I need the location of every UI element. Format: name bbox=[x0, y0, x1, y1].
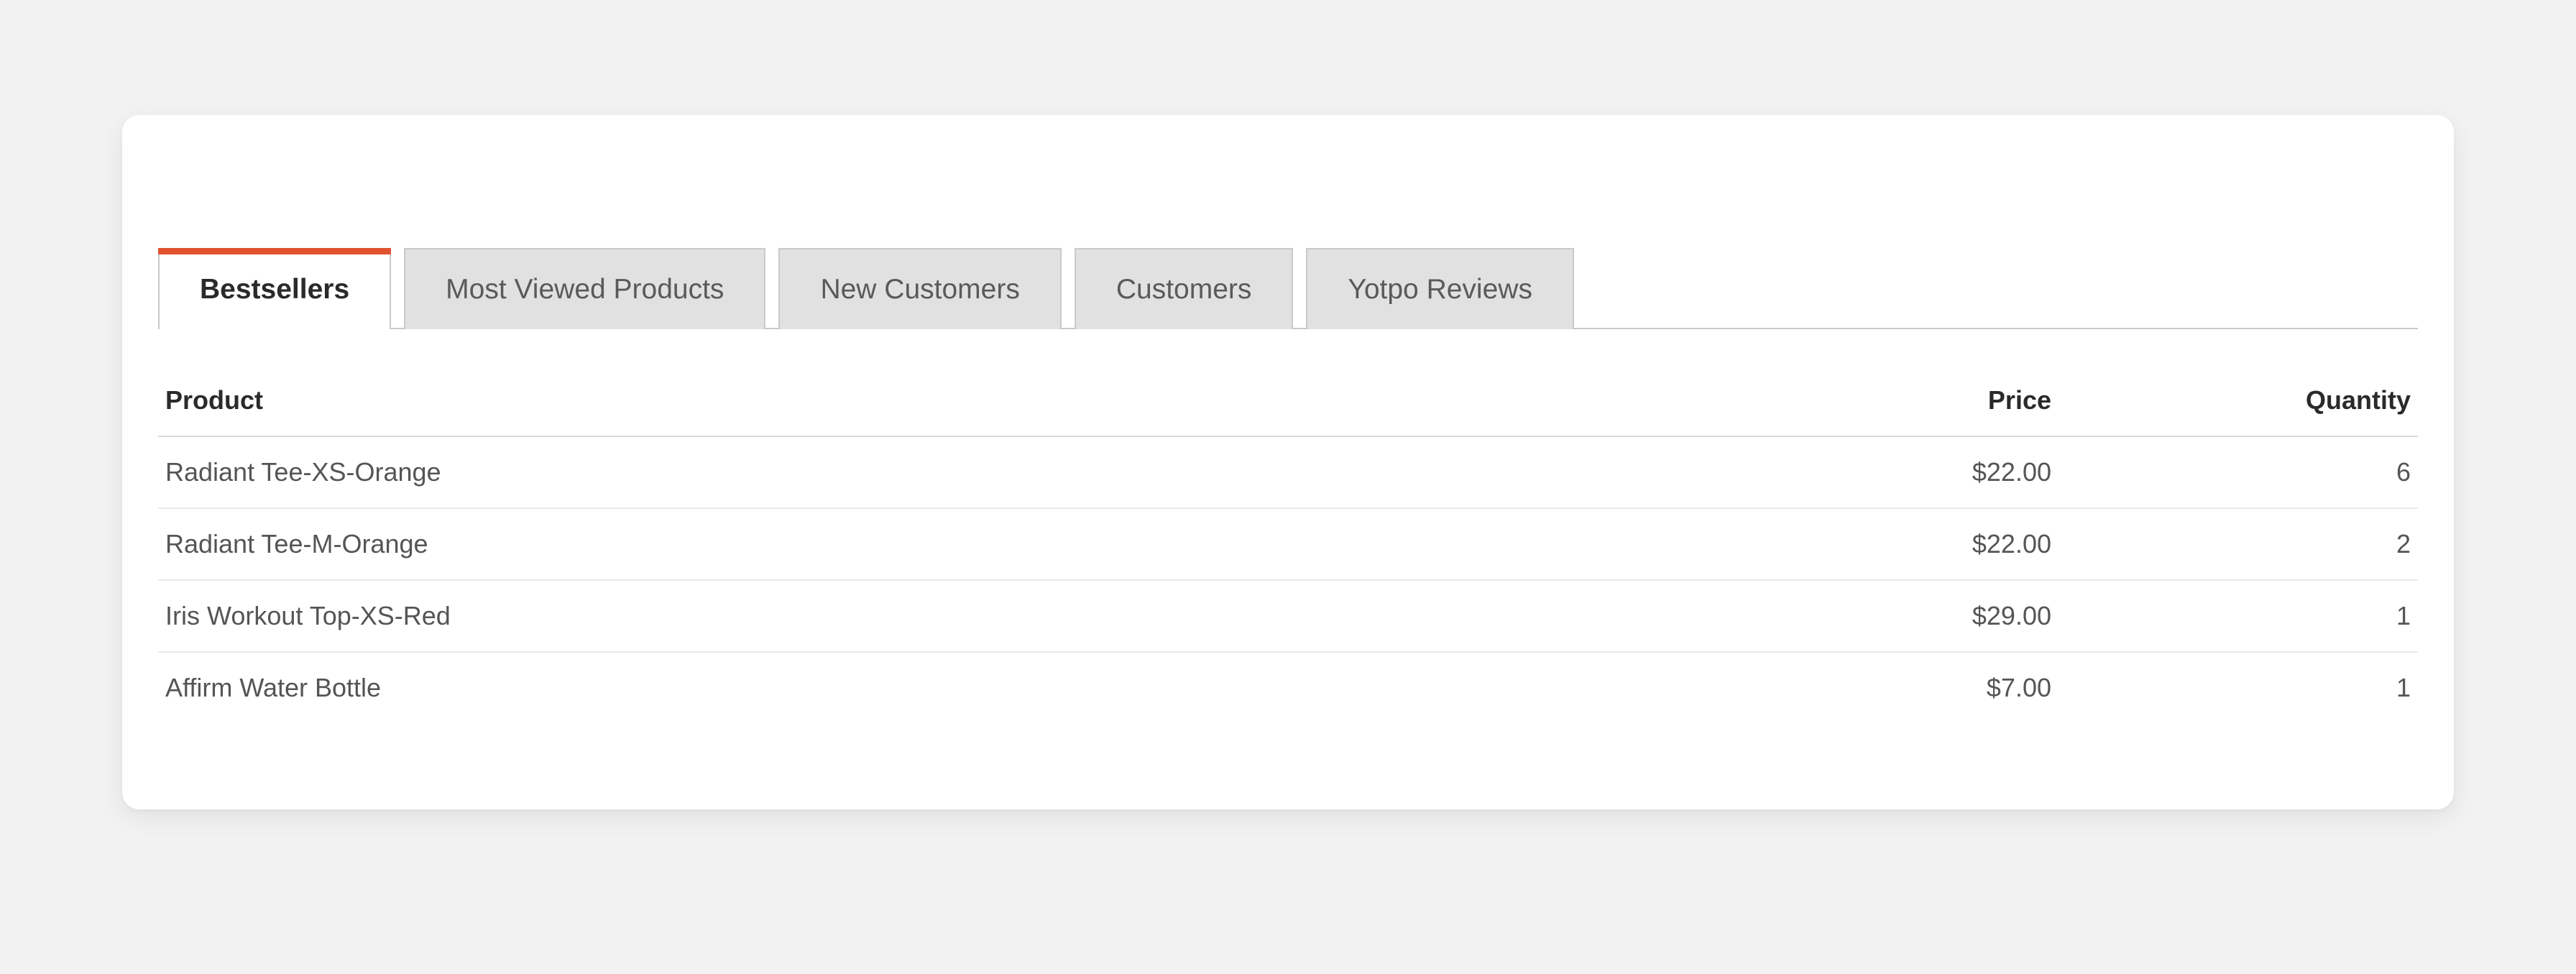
table-header-row: Product Price Quantity bbox=[158, 365, 2418, 436]
cell-price: $29.00 bbox=[1785, 580, 2058, 652]
cell-quantity: 2 bbox=[2058, 508, 2418, 580]
col-header-price[interactable]: Price bbox=[1785, 365, 2058, 436]
tab-customers[interactable]: Customers bbox=[1075, 248, 1294, 329]
tab-label: Yotpo Reviews bbox=[1348, 274, 1532, 305]
table-row[interactable]: Affirm Water Bottle $7.00 1 bbox=[158, 652, 2418, 723]
tab-new-customers[interactable]: New Customers bbox=[778, 248, 1061, 329]
bestsellers-table: Product Price Quantity Radiant Tee-XS-Or… bbox=[158, 365, 2418, 723]
tab-bestsellers[interactable]: Bestsellers bbox=[158, 248, 391, 329]
table-row[interactable]: Radiant Tee-XS-Orange $22.00 6 bbox=[158, 436, 2418, 508]
tab-label: New Customers bbox=[820, 274, 1019, 305]
cell-product: Radiant Tee-M-Orange bbox=[158, 508, 1785, 580]
tab-label: Most Viewed Products bbox=[446, 274, 724, 305]
cell-product: Radiant Tee-XS-Orange bbox=[158, 436, 1785, 508]
table-row[interactable]: Radiant Tee-M-Orange $22.00 2 bbox=[158, 508, 2418, 580]
table-row[interactable]: Iris Workout Top-XS-Red $29.00 1 bbox=[158, 580, 2418, 652]
cell-price: $7.00 bbox=[1785, 652, 2058, 723]
tab-yotpo-reviews[interactable]: Yotpo Reviews bbox=[1306, 248, 1574, 329]
tab-label: Bestsellers bbox=[200, 274, 349, 305]
tab-most-viewed-products[interactable]: Most Viewed Products bbox=[404, 248, 765, 329]
cell-price: $22.00 bbox=[1785, 508, 2058, 580]
cell-quantity: 1 bbox=[2058, 652, 2418, 723]
report-card: Bestsellers Most Viewed Products New Cus… bbox=[122, 115, 2454, 809]
col-header-quantity[interactable]: Quantity bbox=[2058, 365, 2418, 436]
tabs-bar: Bestsellers Most Viewed Products New Cus… bbox=[158, 248, 2418, 329]
col-header-product[interactable]: Product bbox=[158, 365, 1785, 436]
cell-product: Iris Workout Top-XS-Red bbox=[158, 580, 1785, 652]
cell-quantity: 1 bbox=[2058, 580, 2418, 652]
tab-label: Customers bbox=[1116, 274, 1252, 305]
cell-product: Affirm Water Bottle bbox=[158, 652, 1785, 723]
cell-quantity: 6 bbox=[2058, 436, 2418, 508]
cell-price: $22.00 bbox=[1785, 436, 2058, 508]
